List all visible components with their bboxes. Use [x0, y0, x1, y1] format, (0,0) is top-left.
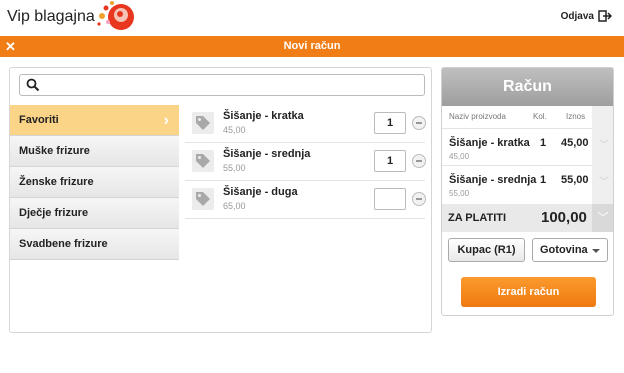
search-icon — [26, 78, 40, 92]
total-label: ZA PLATITI — [448, 212, 507, 224]
close-button[interactable]: ✕ — [0, 36, 21, 57]
brand-logo-icon — [97, 1, 134, 30]
create-bill-button[interactable]: Izradi račun — [461, 277, 596, 307]
product-price: 65,00 — [223, 201, 246, 211]
category-list: Favoriti › Muške frizure Ženske frizure … — [10, 105, 179, 260]
product-price: 45,00 — [223, 125, 246, 135]
product-price: 55,00 — [223, 163, 246, 173]
product-name: Šišanje - srednja — [223, 148, 311, 160]
price-tag-icon — [192, 112, 214, 134]
category-label: Favoriti — [19, 114, 59, 126]
logout-icon — [598, 10, 612, 22]
price-tag-icon — [192, 150, 214, 172]
price-tag-icon — [192, 188, 214, 210]
search-input[interactable] — [46, 77, 418, 93]
bill-item-unit-price: 45,00 — [449, 152, 470, 161]
bill-item-amount: 45,00 — [561, 137, 589, 149]
category-label: Ženske frizure — [19, 176, 94, 188]
category-zenske-frizure[interactable]: Ženske frizure — [10, 167, 179, 198]
quantity-input[interactable]: 1 — [374, 150, 406, 172]
chevron-down-icon[interactable]: ﹀ — [599, 173, 609, 188]
product-list: Šišanje - kratka 45,00 1 Šišanje - sredn… — [185, 105, 426, 219]
bill-item-amount: 55,00 — [561, 174, 589, 186]
product-name: Šišanje - kratka — [223, 110, 304, 122]
chevron-down-icon[interactable]: ﹀ — [599, 136, 609, 151]
app-title: Vip blagajna — [7, 8, 95, 25]
minus-icon[interactable] — [412, 154, 426, 168]
customer-button[interactable]: Kupac (R1) — [448, 238, 525, 262]
category-favoriti[interactable]: Favoriti › — [10, 105, 179, 136]
category-djecje-frizure[interactable]: Dječje frizure — [10, 198, 179, 229]
top-bar: Vip blagajna Odjava — [0, 0, 624, 36]
payment-method-value: Gotovina — [540, 244, 588, 256]
product-row[interactable]: Šišanje - srednja 55,00 1 — [185, 143, 426, 181]
product-name: Šišanje - duga — [223, 186, 298, 198]
divider — [442, 128, 592, 129]
bill-title: Račun — [442, 68, 613, 106]
category-label: Muške frizure — [19, 145, 90, 157]
column-header-qty: Kol. — [533, 112, 547, 121]
caret-down-icon — [592, 249, 600, 253]
bill-item-qty: 1 — [540, 137, 547, 149]
bill-item-qty: 1 — [540, 174, 547, 186]
category-muske-frizure[interactable]: Muške frizure — [10, 136, 179, 167]
product-row[interactable]: Šišanje - duga 65,00 — [185, 181, 426, 219]
total-amount: 100,00 — [541, 209, 587, 226]
minus-icon[interactable] — [412, 116, 426, 130]
chevron-down-icon[interactable]: ﹀ — [592, 204, 613, 232]
category-label: Svadbene frizure — [19, 238, 108, 250]
bill-item-unit-price: 55,00 — [449, 189, 470, 198]
quantity-input[interactable]: 1 — [374, 112, 406, 134]
total-row: ZA PLATITI 100,00 ﹀ — [442, 204, 613, 232]
logout-label: Odjava — [560, 10, 594, 22]
payment-method-select[interactable]: Gotovina — [532, 238, 608, 262]
category-label: Dječje frizure — [19, 207, 89, 219]
category-svadbene-frizure[interactable]: Svadbene frizure — [10, 229, 179, 260]
chevron-right-icon: › — [163, 112, 169, 129]
product-panel: Favoriti › Muške frizure Ženske frizure … — [9, 67, 432, 333]
column-header-name: Naziv proizvoda — [449, 112, 506, 121]
bill-item-name: Šišanje - kratka — [449, 137, 530, 149]
quantity-input[interactable] — [374, 188, 406, 210]
divider — [442, 165, 592, 166]
logout-button[interactable]: Odjava — [561, 10, 612, 22]
dialog-title: Novi račun — [283, 40, 341, 52]
dialog-header: Novi račun ✕ — [0, 36, 624, 57]
bill-item-name: Šišanje - srednja — [449, 174, 537, 186]
column-header-amount: Iznos — [566, 112, 586, 121]
bill-panel: Račun Naziv proizvoda Kol. Iznos Šišanje… — [441, 67, 614, 316]
search-box — [19, 74, 425, 96]
minus-icon[interactable] — [412, 192, 426, 206]
product-row[interactable]: Šišanje - kratka 45,00 1 — [185, 105, 426, 143]
